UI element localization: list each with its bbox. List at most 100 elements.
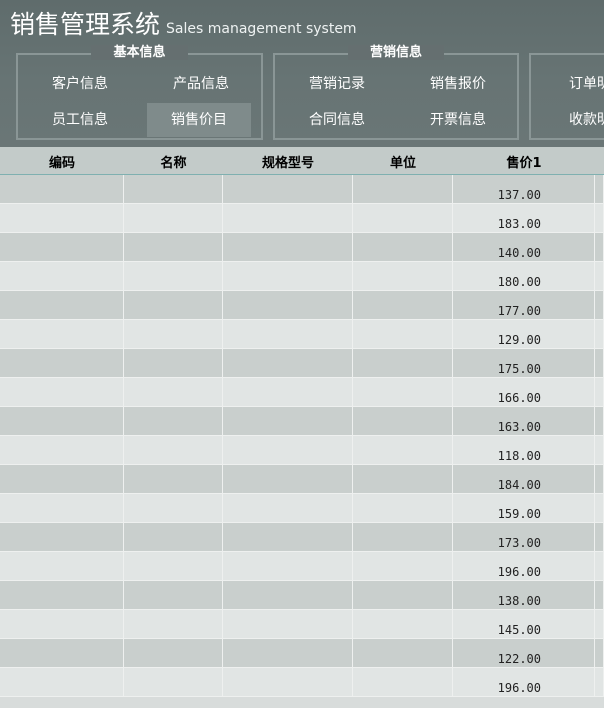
cell-name[interactable] — [124, 552, 223, 580]
cell-price1[interactable]: 166.00 — [453, 378, 595, 406]
cell-name[interactable] — [124, 233, 223, 261]
cell-unit[interactable] — [353, 204, 453, 232]
cell-name[interactable] — [124, 262, 223, 290]
cell-name[interactable] — [124, 494, 223, 522]
product-info-button[interactable]: 产品信息 — [149, 67, 253, 101]
cell-price1[interactable]: 177.00 — [453, 291, 595, 319]
cell-next[interactable] — [595, 494, 604, 522]
cell-next[interactable] — [595, 610, 604, 638]
cell-price1[interactable]: 173.00 — [453, 523, 595, 551]
cell-unit[interactable] — [353, 639, 453, 667]
table-row[interactable]: 196.00 — [0, 552, 604, 581]
cell-price1[interactable]: 122.00 — [453, 639, 595, 667]
cell-spec[interactable] — [223, 233, 353, 261]
cell-next[interactable] — [595, 581, 604, 609]
cell-price1[interactable]: 137.00 — [453, 175, 595, 203]
table-row[interactable]: 175.00 — [0, 349, 604, 378]
cell-name[interactable] — [124, 378, 223, 406]
column-header-spec[interactable]: 规格型号 — [223, 147, 353, 175]
cell-name[interactable] — [124, 349, 223, 377]
cell-price1[interactable]: 180.00 — [453, 262, 595, 290]
cell-unit[interactable] — [353, 668, 453, 696]
cell-next[interactable] — [595, 233, 604, 261]
cell-price1[interactable]: 175.00 — [453, 349, 595, 377]
column-header-unit[interactable]: 单位 — [353, 147, 453, 175]
table-row[interactable]: 173.00 — [0, 523, 604, 552]
cell-name[interactable] — [124, 320, 223, 348]
cell-next[interactable] — [595, 349, 604, 377]
table-row[interactable]: 163.00 — [0, 407, 604, 436]
cell-code[interactable] — [0, 523, 124, 551]
cell-price1[interactable]: 196.00 — [453, 552, 595, 580]
table-row[interactable]: 177.00 — [0, 291, 604, 320]
cell-spec[interactable] — [223, 668, 353, 696]
cell-unit[interactable] — [353, 407, 453, 435]
cell-price1[interactable]: 184.00 — [453, 465, 595, 493]
customer-info-button[interactable]: 客户信息 — [28, 67, 132, 101]
cell-unit[interactable] — [353, 465, 453, 493]
cell-next[interactable] — [595, 407, 604, 435]
cell-next[interactable] — [595, 436, 604, 464]
cell-name[interactable] — [124, 610, 223, 638]
sales-price-list-button[interactable]: 销售价目 — [147, 103, 251, 137]
table-row[interactable]: 184.00 — [0, 465, 604, 494]
table-row[interactable]: 196.00 — [0, 668, 604, 697]
cell-name[interactable] — [124, 291, 223, 319]
cell-code[interactable] — [0, 204, 124, 232]
cell-price1[interactable]: 183.00 — [453, 204, 595, 232]
table-row[interactable]: 159.00 — [0, 494, 604, 523]
cell-unit[interactable] — [353, 581, 453, 609]
cell-next[interactable] — [595, 204, 604, 232]
cell-spec[interactable] — [223, 291, 353, 319]
cell-next[interactable] — [595, 320, 604, 348]
cell-unit[interactable] — [353, 436, 453, 464]
cell-unit[interactable] — [353, 523, 453, 551]
cell-name[interactable] — [124, 668, 223, 696]
cell-spec[interactable] — [223, 204, 353, 232]
cell-code[interactable] — [0, 378, 124, 406]
cell-code[interactable] — [0, 494, 124, 522]
cell-spec[interactable] — [223, 494, 353, 522]
cell-code[interactable] — [0, 610, 124, 638]
cell-spec[interactable] — [223, 349, 353, 377]
column-header-name[interactable]: 名称 — [124, 147, 223, 175]
cell-spec[interactable] — [223, 436, 353, 464]
cell-spec[interactable] — [223, 523, 353, 551]
cell-code[interactable] — [0, 262, 124, 290]
column-header-code[interactable]: 编码 — [0, 147, 124, 175]
cell-code[interactable] — [0, 233, 124, 261]
cell-price1[interactable]: 145.00 — [453, 610, 595, 638]
cell-code[interactable] — [0, 668, 124, 696]
cell-code[interactable] — [0, 349, 124, 377]
cell-spec[interactable] — [223, 175, 353, 203]
cell-code[interactable] — [0, 436, 124, 464]
cell-next[interactable] — [595, 552, 604, 580]
column-header-price1[interactable]: 售价1 — [453, 147, 595, 175]
table-row[interactable]: 140.00 — [0, 233, 604, 262]
cell-name[interactable] — [124, 175, 223, 203]
cell-spec[interactable] — [223, 581, 353, 609]
cell-unit[interactable] — [353, 494, 453, 522]
cell-unit[interactable] — [353, 291, 453, 319]
table-row[interactable]: 122.00 — [0, 639, 604, 668]
cell-unit[interactable] — [353, 320, 453, 348]
cell-price1[interactable]: 140.00 — [453, 233, 595, 261]
table-row[interactable]: 166.00 — [0, 378, 604, 407]
cell-name[interactable] — [124, 523, 223, 551]
cell-spec[interactable] — [223, 320, 353, 348]
cell-unit[interactable] — [353, 349, 453, 377]
employee-info-button[interactable]: 员工信息 — [28, 103, 132, 137]
cell-price1[interactable]: 129.00 — [453, 320, 595, 348]
cell-unit[interactable] — [353, 378, 453, 406]
cell-name[interactable] — [124, 436, 223, 464]
cell-code[interactable] — [0, 291, 124, 319]
cell-next[interactable] — [595, 262, 604, 290]
cell-unit[interactable] — [353, 552, 453, 580]
cell-name[interactable] — [124, 407, 223, 435]
table-row[interactable]: 180.00 — [0, 262, 604, 291]
table-row[interactable]: 118.00 — [0, 436, 604, 465]
table-row[interactable]: 183.00 — [0, 204, 604, 233]
cell-next[interactable] — [595, 465, 604, 493]
cell-code[interactable] — [0, 320, 124, 348]
cell-unit[interactable] — [353, 262, 453, 290]
